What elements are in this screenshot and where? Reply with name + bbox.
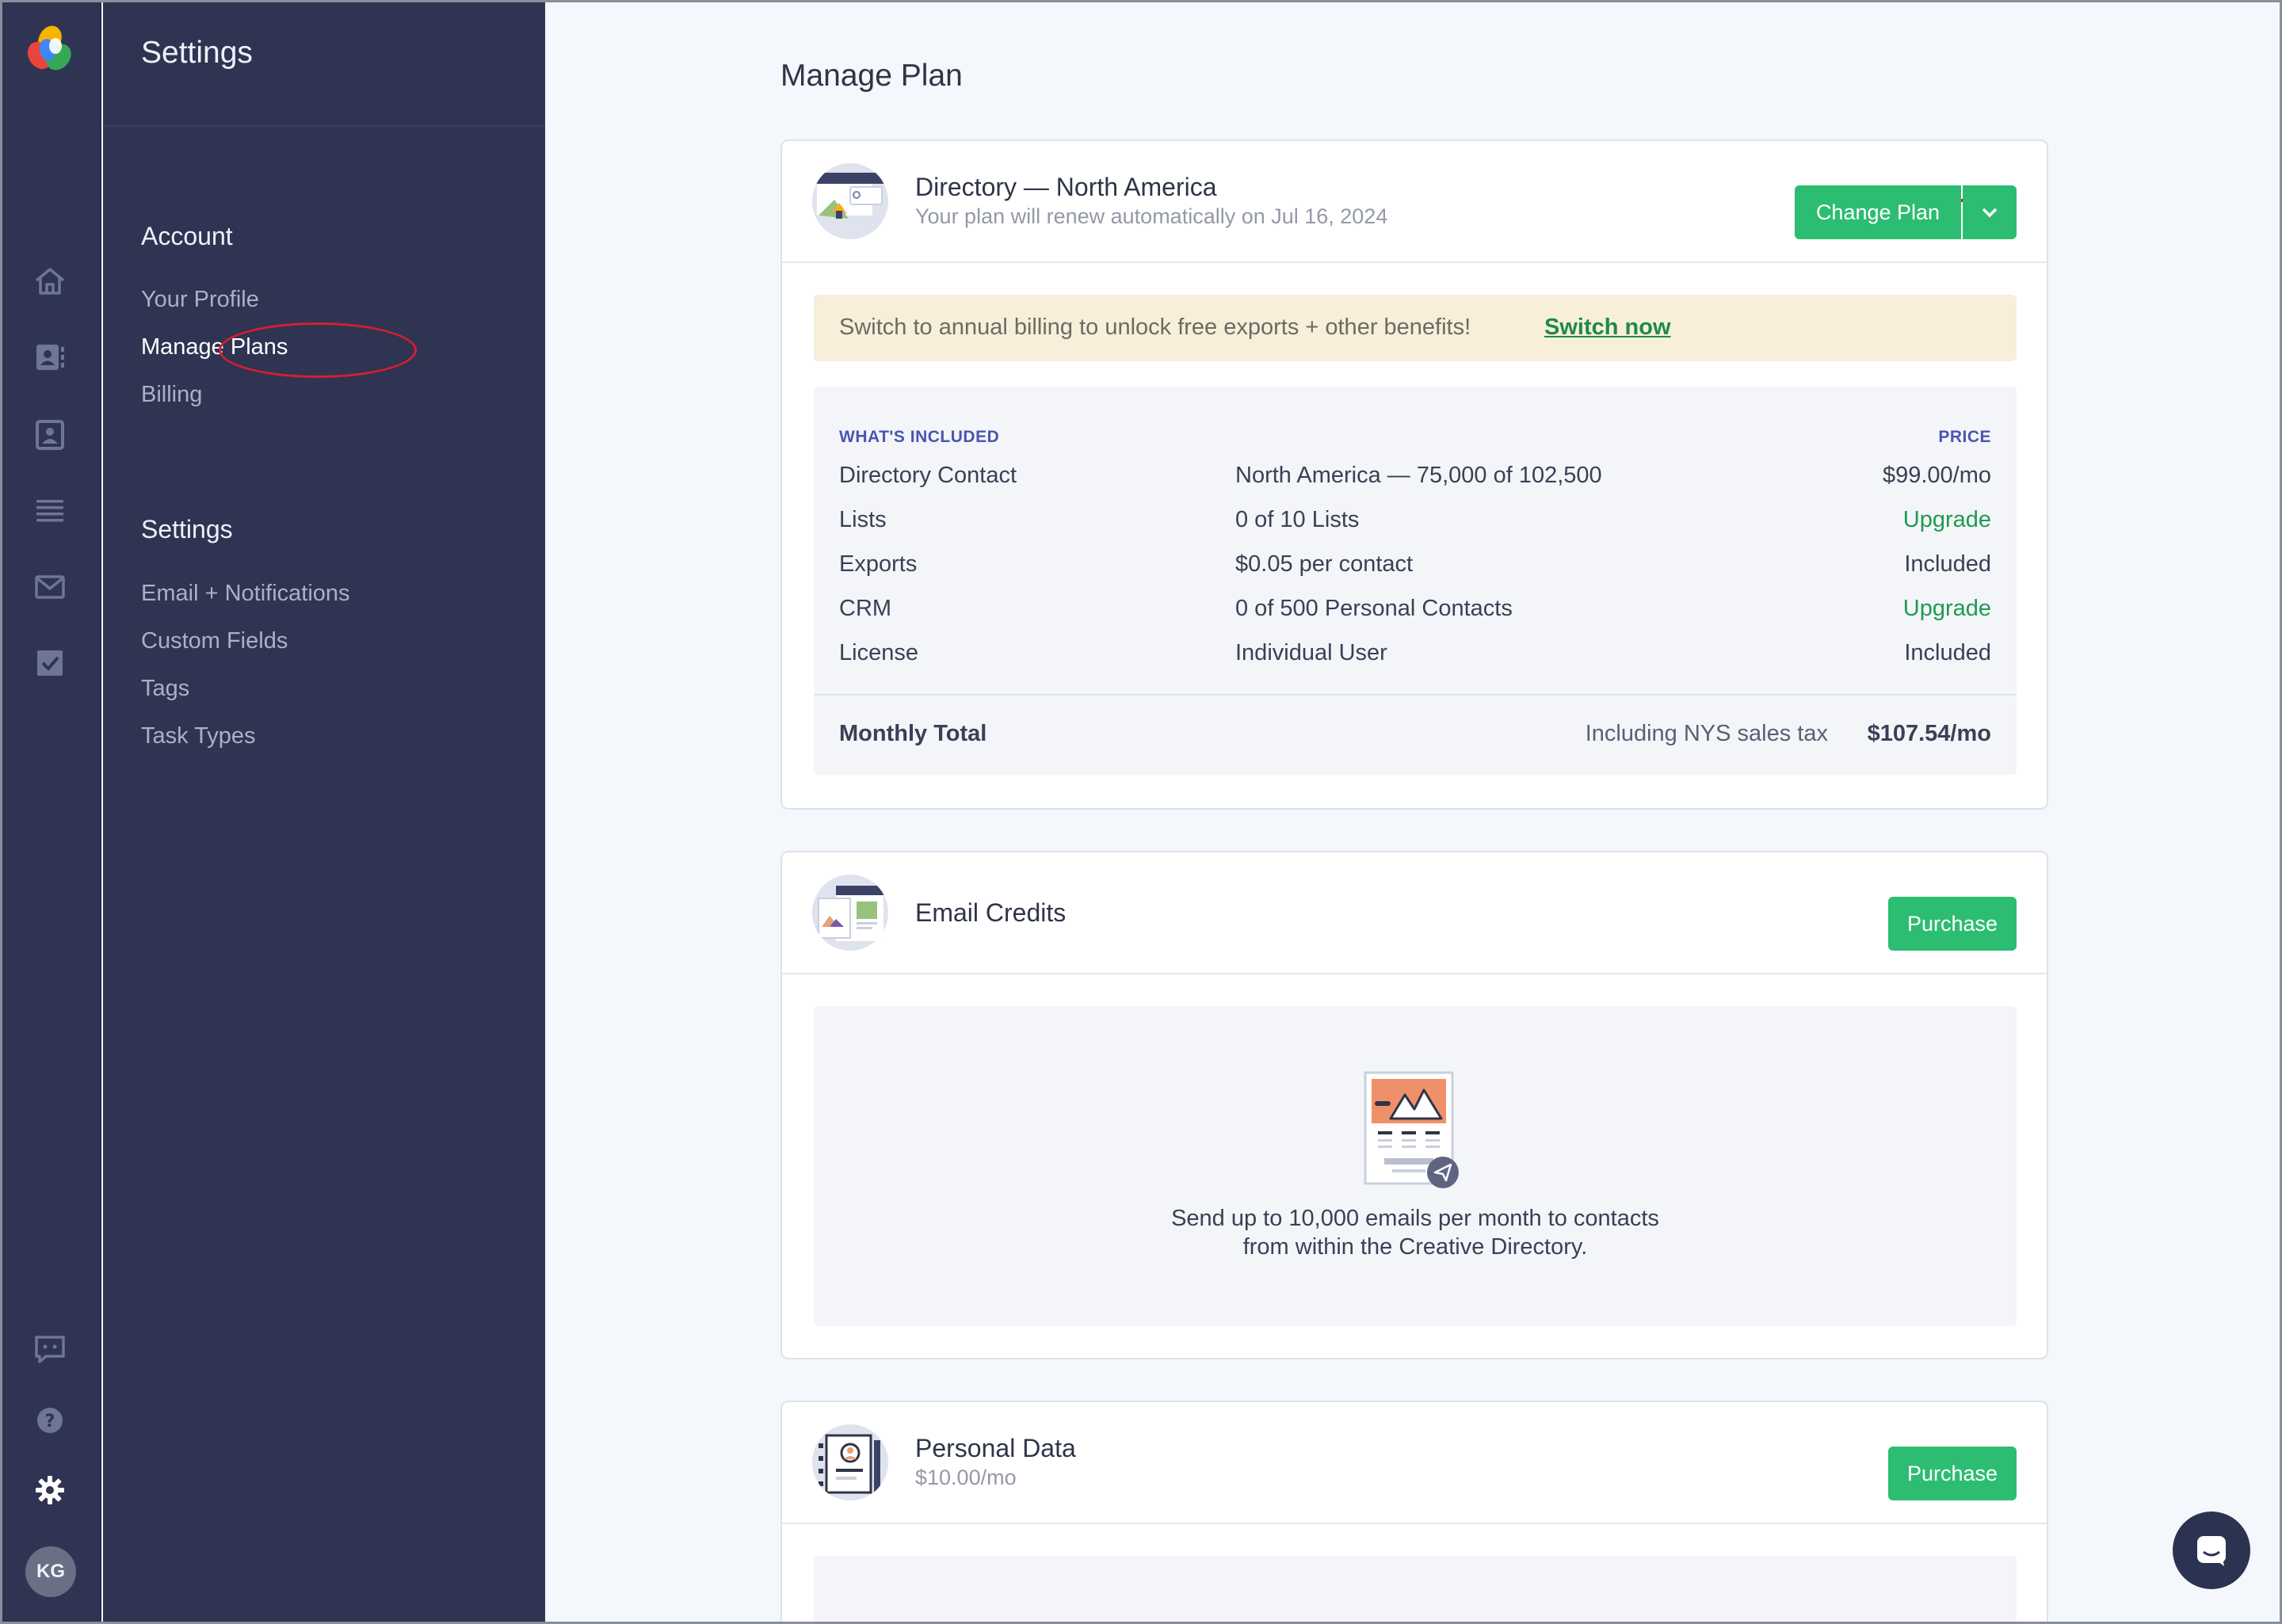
personal-info-panel [814,1556,2017,1624]
plan-renewal-text: Your plan will renew automatically on Ju… [915,204,1388,228]
user-avatar[interactable]: KG [25,1546,76,1597]
plan-card: Directory — North America Your plan will… [780,139,2048,810]
personal-data-card: Personal Data $10.00/mo Purchase [780,1401,2048,1624]
annual-billing-banner: Switch to annual billing to unlock free … [814,295,2017,361]
row-price: Included [1904,640,1991,665]
email-credits-icon [812,875,888,951]
table-row: Exports $0.05 per contact Included [814,551,2017,583]
row-detail: $0.05 per contact [1235,551,1414,577]
nav-heading-settings: Settings [141,515,233,543]
monthly-total-label: Monthly Total [839,721,987,746]
total-divider [814,694,2017,696]
row-item: Lists [839,507,887,532]
chevron-down-icon [1982,208,1998,218]
personal-purchase-button[interactable]: Purchase [1888,1447,2017,1500]
help-icon[interactable]: ? [32,1402,68,1439]
banner-text: Switch to annual billing to unlock free … [839,315,1471,340]
page-title: Manage Plan [780,59,963,93]
directory-map-icon [812,163,888,239]
nav-item-task-types[interactable]: Task Types [141,723,256,749]
table-row: Lists 0 of 10 Lists Upgrade [814,507,2017,539]
email-credits-description: Send up to 10,000 emails per month to co… [814,1204,2017,1261]
nav-item-your-profile[interactable]: Your Profile [141,287,259,313]
email-credits-card: Email Credits Purchase Send up to 10,000… [780,851,2048,1359]
table-row: Directory Contact North America — 75,000… [814,463,2017,494]
change-plan-button[interactable]: Change Plan [1795,185,1961,239]
row-item: Exports [839,551,918,577]
plan-title: Directory — North America [915,173,1217,201]
nav-heading-account: Account [141,222,233,250]
table-row: CRM 0 of 500 Personal Contacts Upgrade [814,596,2017,627]
task-check-icon[interactable] [32,645,68,681]
nav-item-billing[interactable]: Billing [141,382,202,408]
upgrade-link[interactable]: Upgrade [1903,507,1991,533]
table-row: License Individual User Included [814,640,2017,672]
email-desc-line-2: from within the Creative Directory. [1242,1234,1588,1260]
row-price: Included [1904,551,1991,577]
row-detail: Individual User [1235,640,1387,665]
chat-icon [2197,1536,2226,1566]
nav-item-tags[interactable]: Tags [141,676,189,702]
gear-icon[interactable] [32,1472,68,1508]
row-price: $99.00/mo [1882,463,1991,488]
annotation-ellipse [219,322,417,378]
personal-card-header: Personal Data $10.00/mo Purchase [782,1402,2047,1524]
upgrade-link[interactable]: Upgrade [1903,596,1991,622]
row-item: CRM [839,596,892,621]
settings-sidebar: Settings Account Your Profile Manage Pla… [103,0,545,1624]
monthly-total-value: $107.54/mo [1867,721,1991,746]
row-item: Directory Contact [839,463,1017,488]
sales-tax-note: Including NYS sales tax [1585,721,1828,746]
app-logo-icon[interactable] [24,24,76,76]
svg-text:?: ? [45,1412,55,1431]
row-detail: 0 of 500 Personal Contacts [1235,596,1513,621]
header-price: PRICE [1938,428,1991,446]
row-detail: North America — 75,000 of 102,500 [1235,463,1602,488]
personal-data-title: Personal Data [915,1434,1076,1462]
monthly-total-row: Monthly Total Including NYS sales tax $1… [814,721,2017,753]
home-icon[interactable] [32,263,68,299]
list-icon[interactable] [32,493,68,529]
email-desc-line-1: Send up to 10,000 emails per month to co… [1171,1206,1659,1231]
sidebar-header: Settings [103,0,545,127]
profile-card-icon[interactable] [32,417,68,453]
header-whats-included: WHAT'S INCLUDED [839,428,1000,446]
nav-item-custom-fields[interactable]: Custom Fields [141,628,288,654]
sidebar-title: Settings [141,36,253,70]
email-info-panel: Send up to 10,000 emails per month to co… [814,1006,2017,1326]
nav-item-email-notifications[interactable]: Email + Notifications [141,581,350,607]
feedback-icon[interactable] [32,1331,68,1367]
main-content: Manage Plan Directory — North America Yo… [547,0,2282,1624]
plan-card-header: Directory — North America Your plan will… [782,141,2047,263]
personal-data-price: $10.00/mo [915,1466,1017,1489]
switch-now-link[interactable]: Switch now [1544,315,1671,341]
plan-details-panel: WHAT'S INCLUDED PRICE Directory Contact … [814,387,2017,775]
icon-rail: ? KG [0,0,101,1624]
contacts-icon[interactable] [32,339,68,376]
change-plan-dropdown-button[interactable] [1963,185,2017,239]
chat-launcher-button[interactable] [2173,1512,2250,1589]
email-credits-title: Email Credits [915,898,1067,927]
row-detail: 0 of 10 Lists [1235,507,1360,532]
email-card-header: Email Credits Purchase [782,852,2047,974]
email-purchase-button[interactable]: Purchase [1888,897,2017,951]
mail-icon[interactable] [32,569,68,605]
email-template-icon [1364,1071,1459,1188]
personal-data-icon [812,1424,888,1500]
row-item: License [839,640,918,665]
